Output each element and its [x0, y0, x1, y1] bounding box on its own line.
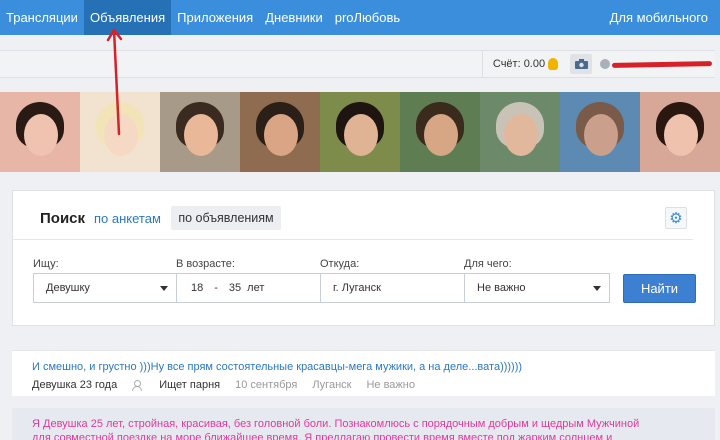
- profile-photo[interactable]: [240, 92, 320, 172]
- nav-item-prolove[interactable]: proЛюбовь: [329, 0, 406, 35]
- ad-headline-link[interactable]: И смешно, и грустно )))Ну все прям состо…: [32, 361, 522, 373]
- gear-icon: ⚙: [669, 210, 683, 227]
- tab-by-ads[interactable]: по объявлениям: [171, 206, 281, 230]
- profile-photo[interactable]: [320, 92, 400, 172]
- profile-photo[interactable]: [400, 92, 480, 172]
- nav-item-apps[interactable]: Приложения: [171, 0, 259, 35]
- nav-item-diaries[interactable]: Дневники: [259, 0, 329, 35]
- purpose-select[interactable]: Не важно: [464, 273, 610, 303]
- label-looking-for: Ищу:: [33, 258, 59, 270]
- ad-purpose: Не важно: [366, 379, 415, 391]
- balance-label: Счёт: 0.00: [492, 58, 546, 70]
- profile-photo[interactable]: [80, 92, 160, 172]
- camera-button[interactable]: [570, 54, 592, 74]
- chevron-down-icon: [593, 286, 601, 291]
- account-balance[interactable]: Счёт: 0.00: [482, 51, 568, 77]
- label-from: Откуда:: [320, 258, 360, 270]
- photo-face: [264, 114, 298, 156]
- search-settings-button[interactable]: ⚙: [665, 207, 687, 229]
- top-nav: Трансляции Объявления Приложения Дневник…: [0, 0, 720, 35]
- city-input[interactable]: г. Луганск: [320, 273, 465, 303]
- photo-face: [664, 114, 698, 156]
- age-separator: -: [214, 282, 218, 294]
- photo-face: [344, 114, 378, 156]
- profile-photo[interactable]: [480, 92, 560, 172]
- search-panel: Поиск по анкетам по объявлениям ⚙ Ищу: В…: [12, 190, 715, 326]
- user-status-icon: [600, 59, 610, 69]
- profile-photo[interactable]: [0, 92, 80, 172]
- ad-card-highlighted: Я Девушка 25 лет, стройная, красивая, бе…: [12, 408, 715, 440]
- ad-date: 10 сентября: [235, 379, 298, 391]
- profile-photo[interactable]: [160, 92, 240, 172]
- hand-coin-icon: [548, 58, 559, 70]
- search-divider: [13, 239, 693, 240]
- label-purpose: Для чего:: [464, 258, 512, 270]
- ad-card: И смешно, и грустно )))Ну все прям состо…: [12, 350, 715, 396]
- photo-face: [584, 114, 618, 156]
- photo-face: [104, 114, 138, 156]
- photo-face: [184, 114, 218, 156]
- looking-for-select[interactable]: Девушку: [33, 273, 177, 303]
- age-range-field[interactable]: 18 - 35 лет: [176, 273, 321, 303]
- redacted-username-mark: [611, 61, 713, 68]
- nav-item-broadcasts[interactable]: Трансляции: [0, 0, 84, 35]
- search-title: Поиск: [40, 210, 86, 227]
- photo-strip: [0, 92, 720, 172]
- looking-for-value: Девушку: [46, 282, 90, 294]
- nav-item-ads[interactable]: Объявления: [83, 0, 172, 35]
- age-unit: лет: [247, 282, 265, 294]
- label-age: В возрасте:: [176, 258, 235, 270]
- profile-photo[interactable]: [560, 92, 640, 172]
- ad-meta: Девушка 23 года Ищет парня 10 сентября Л…: [32, 379, 430, 391]
- ad-city: Луганск: [312, 379, 352, 391]
- nav-item-mobile[interactable]: Для мобильного: [604, 0, 720, 35]
- camera-icon: [574, 59, 588, 69]
- ad-author[interactable]: Девушка 23 года: [32, 379, 117, 391]
- photo-face: [24, 114, 58, 156]
- tab-by-profiles[interactable]: по анкетам: [94, 211, 161, 226]
- photo-face: [424, 114, 458, 156]
- purpose-value: Не важно: [477, 282, 526, 294]
- age-from-value: 18: [191, 282, 204, 294]
- ad-text[interactable]: Я Девушка 25 лет, стройная, красивая, бе…: [32, 417, 652, 440]
- ad-seeks: Ищет парня: [159, 379, 221, 391]
- find-button[interactable]: Найти: [623, 274, 696, 303]
- photo-face: [504, 114, 538, 156]
- person-icon: [132, 380, 143, 391]
- user-bar: Счёт: 0.00: [0, 50, 715, 78]
- profile-photo[interactable]: [640, 92, 720, 172]
- chevron-down-icon: [160, 286, 168, 291]
- age-to-value: 35: [228, 282, 242, 294]
- city-value: г. Луганск: [333, 282, 381, 294]
